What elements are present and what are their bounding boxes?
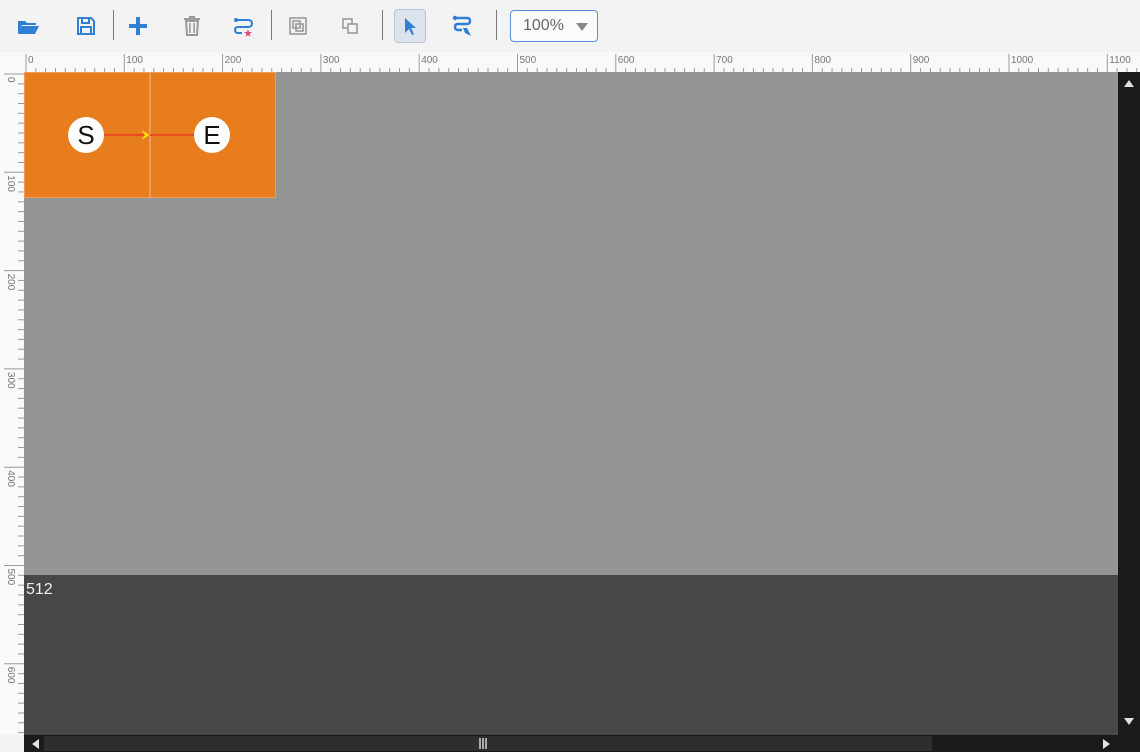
ruler-label: 0 [28,55,34,66]
select-tool-button[interactable] [394,9,426,43]
horizontal-ruler: 0 100 200 300 400 500 600 700 800 900 1000 1100 [0,52,1140,72]
ruler-label: 800 [814,55,831,66]
start-node[interactable]: S [68,117,104,153]
open-folder-button[interactable] [12,9,44,43]
cursor-arrow-icon [405,18,416,35]
ruler-label: 300 [5,372,16,389]
ruler-label: 400 [5,470,16,487]
zoom-select[interactable]: 100% [510,10,598,42]
scroll-right-arrow-icon[interactable] [1103,739,1110,749]
ruler-label: 500 [5,569,16,586]
plus-icon [129,17,147,35]
ungroup-icon [342,18,358,34]
toolbar-separator [496,10,497,40]
group-button[interactable] [282,9,314,43]
ruler-label: 1000 [1011,55,1034,66]
trash-icon [184,16,200,36]
ruler-label: 400 [421,55,438,66]
end-node[interactable]: E [194,117,230,153]
lower-region-label: 512 [26,581,53,598]
zoom-value: 100% [523,17,564,34]
clear-route-button[interactable] [228,9,260,43]
route-tool-button[interactable] [446,9,478,43]
toolbar: 100% [0,0,1140,52]
folder-open-icon [18,21,39,34]
group-icon [289,17,307,35]
horizontal-scrollbar[interactable] [24,735,1140,752]
ruler-label: 200 [5,274,16,291]
toolbar-separator [271,10,272,40]
scrollbar-grip-icon [479,738,487,749]
ruler-label: 100 [126,55,143,66]
lower-region: 512 [24,575,1118,735]
toolbar-separator [113,10,114,40]
floppy-disk-icon [77,17,95,35]
ruler-label: 600 [5,667,16,684]
vertical-scrollbar[interactable] [1118,72,1140,735]
route-path [104,130,194,140]
end-node-label: E [203,119,221,150]
start-node-label: S [77,119,95,150]
ruler-label: 0 [5,77,16,83]
route-draw-icon [452,15,472,36]
ruler-label: 700 [716,55,733,66]
delete-button[interactable] [176,9,208,43]
ruler-label: 100 [5,175,16,192]
toolbar-separator [382,10,383,40]
add-button[interactable] [122,9,154,43]
ruler-label: 500 [520,55,537,66]
ungroup-button[interactable] [334,9,366,43]
scrollbar-thumb[interactable] [44,736,932,751]
ruler-label: 1100 [1109,55,1131,66]
scroll-down-arrow-icon[interactable] [1124,718,1134,725]
scroll-left-arrow-icon[interactable] [32,739,39,749]
ruler-label: 900 [913,55,930,66]
chevron-down-icon [576,23,588,31]
save-button[interactable] [70,9,102,43]
map-canvas[interactable]: S E [24,72,1118,575]
route-remove-icon [233,18,254,37]
ruler-label: 600 [618,55,635,66]
scroll-up-arrow-icon[interactable] [1124,80,1134,87]
ruler-label: 300 [323,55,340,66]
vertical-ruler: 0 100 200 300 400 500 600 [0,72,24,735]
ruler-label: 200 [225,55,242,66]
